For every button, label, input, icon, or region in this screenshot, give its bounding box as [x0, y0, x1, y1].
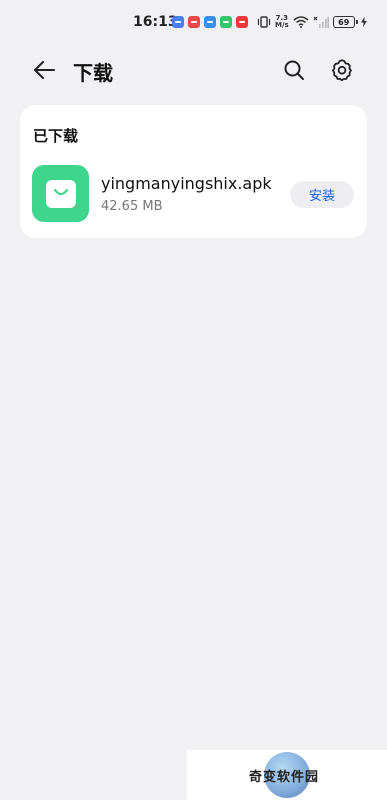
notification-icon [220, 16, 232, 28]
system-icons: 7.3 M/s 69 [257, 14, 367, 30]
vibrate-icon [257, 16, 271, 28]
battery-indicator: 69 [332, 16, 358, 28]
back-button[interactable] [30, 56, 58, 84]
wifi-icon [293, 16, 309, 28]
app-icon [32, 165, 89, 222]
status-bar: 16:13 7.3 M/s 69 [0, 0, 387, 44]
notification-icon [188, 16, 200, 28]
notification-icons [172, 16, 248, 28]
title-bar: 下载 [0, 44, 387, 96]
notification-icon [236, 16, 248, 28]
downloaded-card: 已下载 yingmanyingshix.apk 42.65 MB 安装 [20, 105, 367, 238]
search-button[interactable] [280, 56, 308, 84]
back-arrow-icon [34, 61, 55, 79]
network-speed-unit: M/s [275, 21, 289, 29]
status-time: 16:13 [133, 14, 178, 30]
settings-button[interactable] [328, 56, 356, 84]
file-size: 42.65 MB [101, 199, 163, 214]
page-title: 下载 [73, 61, 113, 85]
signal-icon [313, 16, 329, 28]
watermark: 奇变软件园 [187, 750, 387, 800]
search-icon [284, 60, 304, 80]
gear-icon [332, 59, 352, 82]
charging-icon [360, 17, 367, 27]
network-speed: 7.3 M/s [275, 15, 289, 29]
section-title-downloaded: 已下载 [33, 127, 79, 145]
notification-icon [172, 16, 184, 28]
install-button[interactable]: 安装 [290, 181, 354, 208]
shopping-bag-icon [45, 179, 76, 208]
file-name: yingmanyingshix.apk [101, 174, 272, 193]
notification-icon [204, 16, 216, 28]
watermark-text: 奇变软件园 [249, 770, 320, 785]
